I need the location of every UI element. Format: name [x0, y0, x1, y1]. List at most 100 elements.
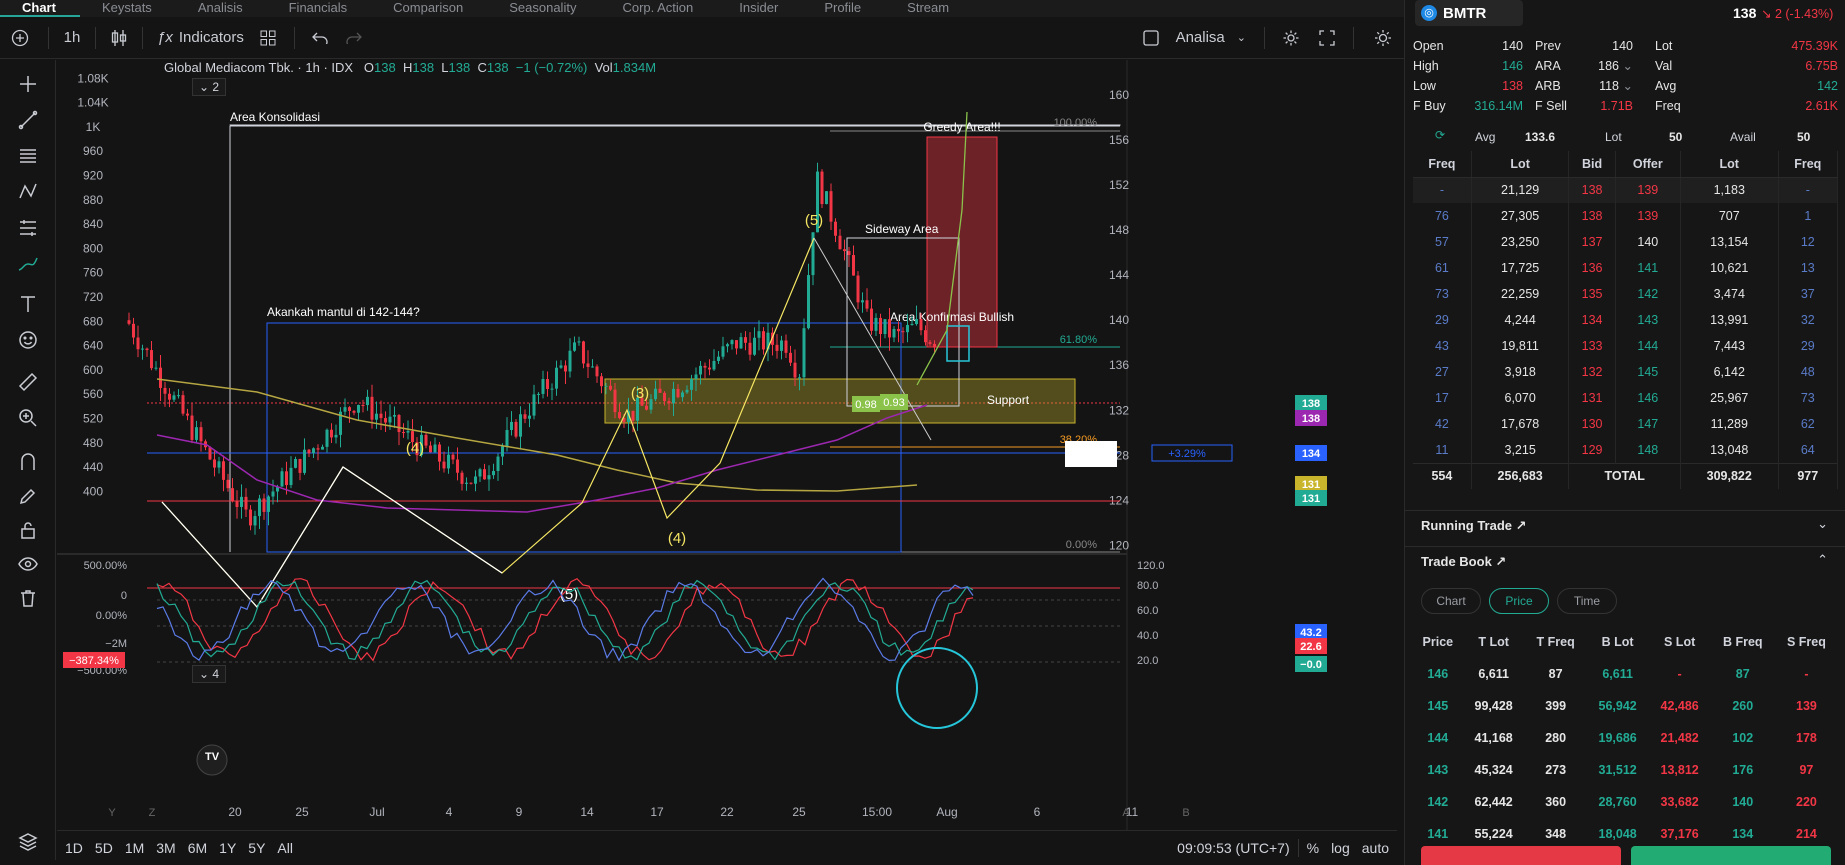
- eye-icon[interactable]: [16, 552, 40, 576]
- refresh-icon[interactable]: ⟳: [1435, 128, 1445, 142]
- tb-row[interactable]: 145 99,428 399 56,942 42,486 260 139: [1413, 690, 1838, 722]
- range-5y[interactable]: 5Y: [248, 840, 265, 856]
- price-label: 134: [1302, 448, 1321, 460]
- tb-row[interactable]: 144 41,168 280 19,686 21,482 102 178: [1413, 722, 1838, 754]
- stat-label: F Sell: [1535, 99, 1567, 113]
- layers-icon[interactable]: [16, 830, 40, 854]
- tab-comparison[interactable]: Comparison: [371, 0, 487, 17]
- magnet-icon[interactable]: [16, 450, 40, 474]
- tab-keystats[interactable]: Keystats: [80, 0, 176, 17]
- pencil-lock-icon[interactable]: [16, 484, 40, 508]
- percent-toggle[interactable]: %: [1307, 840, 1319, 856]
- trash-icon[interactable]: [16, 586, 40, 610]
- fullscreen-icon[interactable]: [1309, 23, 1345, 53]
- pane1-collapse[interactable]: ⌄ 2: [192, 78, 227, 96]
- fib-0-label: 0.00%: [1066, 539, 1097, 551]
- pane2-collapse[interactable]: ⌄ 4: [192, 665, 227, 683]
- range-6m[interactable]: 6M: [188, 840, 207, 856]
- ob-row[interactable]: 76 27,305 138 139 707 1: [1413, 203, 1839, 229]
- checkbox-icon[interactable]: [1136, 23, 1166, 53]
- ob-row[interactable]: 73 22,259 135 142 3,474 37: [1413, 281, 1839, 307]
- stat-value[interactable]: 186: [1598, 56, 1619, 76]
- tab-corp-action[interactable]: Corp. Action: [600, 0, 717, 17]
- analisa-dropdown[interactable]: Analisa ⌄: [1166, 23, 1256, 53]
- log-toggle[interactable]: log: [1331, 840, 1350, 856]
- price-tick: 152: [1109, 178, 1129, 192]
- trend-line-icon[interactable]: [16, 108, 40, 132]
- range-1y[interactable]: 1Y: [219, 840, 236, 856]
- crosshair-icon[interactable]: [16, 72, 40, 96]
- candle-body: [690, 379, 693, 390]
- theme-sun-icon[interactable]: [1362, 23, 1404, 53]
- trade-book-header[interactable]: Trade Book ↗ ⌃: [1405, 546, 1845, 574]
- pill-time[interactable]: Time: [1557, 588, 1617, 614]
- ob-row[interactable]: 17 6,070 131 146 25,967 73: [1413, 385, 1839, 411]
- ob-row[interactable]: -21,129 138 139 1,183-: [1413, 177, 1839, 203]
- candle-body: [514, 421, 518, 437]
- candle-body: [289, 467, 293, 486]
- range-all[interactable]: All: [277, 840, 293, 856]
- auto-toggle[interactable]: auto: [1362, 840, 1389, 856]
- emoji-icon[interactable]: [16, 328, 40, 352]
- pill-chart[interactable]: Chart: [1421, 588, 1481, 614]
- ob-row[interactable]: 11 3,215 129 148 13,048 64: [1413, 437, 1839, 463]
- ob-row[interactable]: 27 3,918 132 145 6,142 48: [1413, 359, 1839, 385]
- ob-row[interactable]: 57 23,250 137 140 13,154 12: [1413, 229, 1839, 255]
- tb-row[interactable]: 146 6,611 87 6,611 - 87 -: [1413, 658, 1838, 690]
- tb-row[interactable]: 143 45,324 273 31,512 13,812 176 97: [1413, 754, 1838, 786]
- running-trade-header[interactable]: Running Trade ↗ ⌄: [1405, 510, 1845, 538]
- fib-icon[interactable]: [16, 216, 40, 240]
- interval-button[interactable]: 1h: [57, 23, 87, 53]
- tb-header: B Lot: [1601, 635, 1634, 649]
- chevron-down-icon[interactable]: ⌄: [1623, 56, 1633, 76]
- zoom-icon[interactable]: [16, 406, 40, 430]
- range-1d[interactable]: 1D: [65, 840, 83, 856]
- lock-icon[interactable]: [16, 518, 40, 542]
- volume-tick: 760: [83, 266, 103, 280]
- layout-grid-icon[interactable]: [250, 23, 286, 53]
- symbol-chip[interactable]: ◎ BMTR: [1415, 0, 1523, 26]
- undo-icon[interactable]: [303, 23, 337, 53]
- gear-icon[interactable]: [1273, 23, 1309, 53]
- tab-insider[interactable]: Insider: [717, 0, 802, 17]
- tab-financials[interactable]: Financials: [267, 0, 372, 17]
- chart-area[interactable]: 1601561521481441401361321281241201.12K1.…: [57, 60, 1392, 830]
- range-5d[interactable]: 5D: [95, 840, 113, 856]
- price-chart[interactable]: 1601561521481441401361321281241201.12K1.…: [57, 60, 1392, 830]
- range-3m[interactable]: 3M: [156, 840, 175, 856]
- tab-profile[interactable]: Profile: [802, 0, 885, 17]
- time-tick: 25: [295, 805, 309, 819]
- brush-icon[interactable]: [16, 252, 40, 276]
- tab-seasonality[interactable]: Seasonality: [487, 0, 600, 17]
- tab-chart[interactable]: Chart: [0, 0, 80, 17]
- tab-stream[interactable]: Stream: [885, 0, 973, 17]
- add-symbol-icon[interactable]: [0, 23, 40, 53]
- ruler-icon[interactable]: [16, 370, 40, 394]
- buy-button[interactable]: [1631, 846, 1831, 865]
- text-icon[interactable]: [16, 292, 40, 316]
- ob-row[interactable]: 43 19,811 133 144 7,443 29: [1413, 333, 1839, 359]
- pattern-icon[interactable]: [16, 180, 40, 204]
- tab-analisis[interactable]: Analisis: [176, 0, 267, 17]
- range-1m[interactable]: 1M: [125, 840, 144, 856]
- tb-cell: 33,682: [1660, 795, 1699, 809]
- ob-cell: 13,048: [1680, 437, 1779, 463]
- candle-body: [559, 365, 563, 368]
- sell-button[interactable]: [1421, 846, 1621, 865]
- stat-label: Freq: [1655, 99, 1681, 113]
- tb-cell: 99,428: [1474, 699, 1513, 713]
- ob-row[interactable]: 61 17,725 136 141 10,621 13: [1413, 255, 1839, 281]
- ob-cell: 73: [1413, 281, 1472, 307]
- stat-value[interactable]: 118: [1599, 76, 1619, 96]
- ob-row[interactable]: 29 4,244 134 143 13,991 32: [1413, 307, 1839, 333]
- toolbar-divider: [48, 26, 49, 49]
- horizontal-lines-icon[interactable]: [16, 144, 40, 168]
- redo-icon[interactable]: [337, 23, 371, 53]
- ob-row[interactable]: 42 17,678 130 147 11,289 62: [1413, 411, 1839, 437]
- candle-body: [393, 415, 396, 417]
- tb-row[interactable]: 142 62,442 360 28,760 33,682 140 220: [1413, 786, 1838, 818]
- pill-price[interactable]: Price: [1489, 588, 1549, 614]
- chevron-down-icon[interactable]: ⌄: [1623, 76, 1633, 96]
- candle-type-icon[interactable]: [104, 23, 134, 53]
- indicators-button[interactable]: ƒx Indicators: [151, 23, 250, 53]
